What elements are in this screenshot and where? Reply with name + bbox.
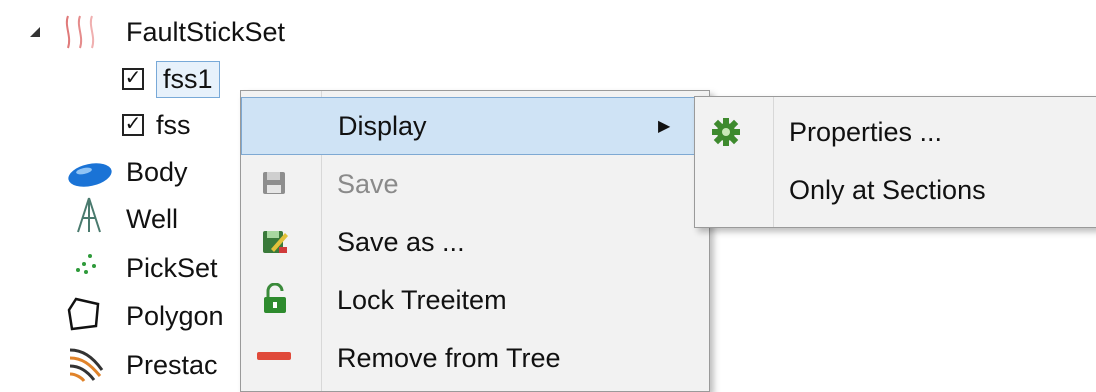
well-icon [74, 196, 104, 234]
floppy-disk-icon [261, 170, 287, 196]
context-menu: Display ▶ Save Save as ... Lock Treeitem… [240, 90, 710, 392]
fss-checkbox[interactable]: ✓ [122, 114, 144, 136]
tree-item-fss[interactable]: ✓ fss [122, 100, 191, 150]
tree-item-faultstickset[interactable]: FaultStickSet [126, 7, 285, 57]
submenu-item-only-at-sections[interactable]: Only at Sections [695, 161, 1096, 219]
tree-item-label: Polygon [126, 300, 224, 331]
menu-item-label: Display [338, 110, 427, 141]
tree-item-label: fss1 [156, 60, 220, 98]
tree-expander-icon[interactable] [30, 27, 40, 37]
tree-item-label: Prestac [126, 349, 218, 380]
polygon-icon [66, 296, 102, 332]
tree-item-label: Body [126, 156, 188, 187]
pickset-icon [72, 250, 100, 276]
prestack-icon [68, 344, 104, 382]
submenu-arrow-icon: ▶ [658, 118, 671, 135]
menu-item-label: Save as ... [337, 226, 465, 257]
menu-item-label: Lock Treeitem [337, 284, 507, 315]
menu-item-lock-treeitem[interactable]: Lock Treeitem [241, 271, 709, 329]
tree-item-fss1[interactable]: ✓ fss1 [122, 54, 220, 104]
save-as-icon [261, 227, 289, 255]
tree-item-label: Well [126, 203, 179, 234]
menu-item-label: Only at Sections [789, 174, 986, 205]
body-icon [66, 162, 114, 188]
tree-item-pickset[interactable]: PickSet [126, 243, 218, 293]
tree-item-label: FaultStickSet [126, 16, 286, 47]
tree-item-label: fss [156, 109, 191, 140]
padlock-open-icon [261, 283, 289, 315]
menu-item-save[interactable]: Save [241, 155, 709, 213]
menu-item-label: Remove from Tree [337, 342, 561, 373]
submenu-item-properties[interactable]: Properties ... [695, 103, 1096, 161]
fss1-checkbox[interactable]: ✓ [122, 68, 144, 90]
tree-item-body[interactable]: Body [126, 147, 188, 197]
tree-item-label: PickSet [126, 252, 218, 283]
menu-item-display[interactable]: Display ▶ [241, 97, 709, 155]
display-submenu: Properties ... Only at Sections [694, 96, 1096, 228]
menu-item-label: Save [337, 168, 399, 199]
menu-item-label: Properties ... [789, 116, 943, 147]
faultstickset-icon [62, 14, 102, 50]
gear-icon [711, 117, 741, 147]
menu-item-remove-from-tree[interactable]: Remove from Tree [241, 329, 709, 387]
tree-item-polygon[interactable]: Polygon [126, 291, 224, 341]
tree-item-well[interactable]: Well [126, 194, 178, 244]
menu-item-save-as[interactable]: Save as ... [241, 213, 709, 271]
tree-item-prestack[interactable]: Prestac [126, 340, 218, 390]
red-bar-icon [257, 351, 291, 361]
